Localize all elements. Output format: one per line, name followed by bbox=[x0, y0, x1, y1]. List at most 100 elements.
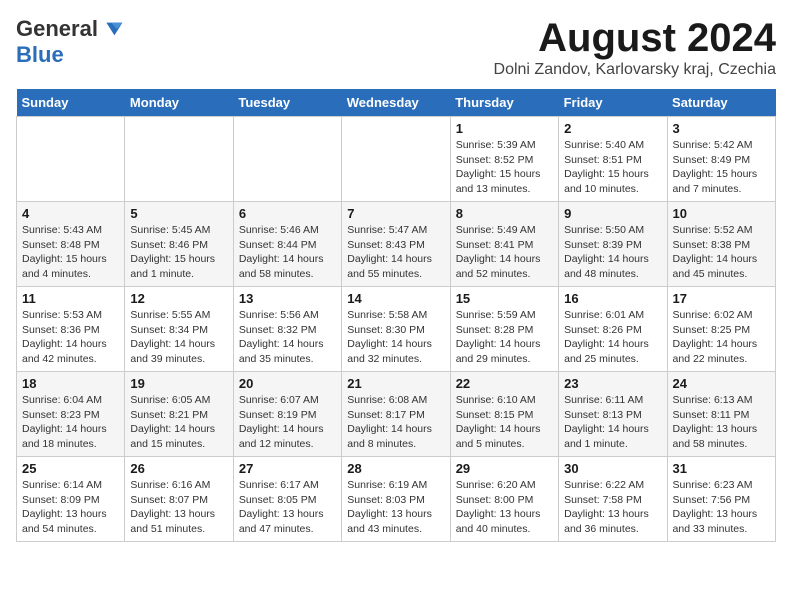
calendar-cell: 10 Sunrise: 5:52 AM Sunset: 8:38 PM Dayli… bbox=[667, 202, 775, 287]
day-info: Sunrise: 6:04 AM Sunset: 8:23 PM Dayligh… bbox=[22, 393, 119, 452]
day-info: Sunrise: 6:13 AM Sunset: 8:11 PM Dayligh… bbox=[673, 393, 770, 452]
day-info: Sunrise: 6:07 AM Sunset: 8:19 PM Dayligh… bbox=[239, 393, 336, 452]
weekday-header-thursday: Thursday bbox=[450, 89, 558, 117]
logo-blue-text: Blue bbox=[16, 42, 64, 67]
weekday-header-monday: Monday bbox=[125, 89, 233, 117]
day-number: 12 bbox=[130, 291, 227, 306]
day-number: 10 bbox=[673, 206, 770, 221]
calendar-cell: 1Sunrise: 5:39 AM Sunset: 8:52 PM Daylig… bbox=[450, 117, 558, 202]
calendar-cell: 9 Sunrise: 5:50 AM Sunset: 8:39 PM Daylig… bbox=[559, 202, 667, 287]
calendar-header: SundayMondayTuesdayWednesdayThursdayFrid… bbox=[17, 89, 776, 117]
calendar-cell bbox=[342, 117, 450, 202]
calendar-cell: 15Sunrise: 5:59 AM Sunset: 8:28 PM Dayli… bbox=[450, 287, 558, 372]
day-number: 26 bbox=[130, 461, 227, 476]
day-info: Sunrise: 5:50 AM Sunset: 8:39 PM Dayligh… bbox=[564, 223, 661, 282]
calendar-cell: 24 Sunrise: 6:13 AM Sunset: 8:11 PM Dayli… bbox=[667, 372, 775, 457]
calendar-cell: 13Sunrise: 5:56 AM Sunset: 8:32 PM Dayli… bbox=[233, 287, 341, 372]
calendar-cell: 23 Sunrise: 6:11 AM Sunset: 8:13 PM Dayli… bbox=[559, 372, 667, 457]
day-number: 13 bbox=[239, 291, 336, 306]
day-number: 29 bbox=[456, 461, 553, 476]
month-year-title: August 2024 bbox=[494, 16, 776, 61]
day-number: 23 bbox=[564, 376, 661, 391]
calendar-cell: 14Sunrise: 5:58 AM Sunset: 8:30 PM Dayli… bbox=[342, 287, 450, 372]
calendar-body: 1Sunrise: 5:39 AM Sunset: 8:52 PM Daylig… bbox=[17, 117, 776, 542]
day-info: Sunrise: 6:11 AM Sunset: 8:13 PM Dayligh… bbox=[564, 393, 661, 452]
calendar-cell: 11Sunrise: 5:53 AM Sunset: 8:36 PM Dayli… bbox=[17, 287, 125, 372]
day-number: 8 bbox=[456, 206, 553, 221]
day-info: Sunrise: 6:05 AM Sunset: 8:21 PM Dayligh… bbox=[130, 393, 227, 452]
logo: General Blue bbox=[16, 16, 124, 68]
calendar-week-5: 25 Sunrise: 6:14 AM Sunset: 8:09 PM Dayli… bbox=[17, 457, 776, 542]
day-number: 20 bbox=[239, 376, 336, 391]
logo-icon bbox=[100, 17, 124, 41]
calendar-cell: 25 Sunrise: 6:14 AM Sunset: 8:09 PM Dayli… bbox=[17, 457, 125, 542]
day-number: 7 bbox=[347, 206, 444, 221]
weekday-header-sunday: Sunday bbox=[17, 89, 125, 117]
day-info: Sunrise: 5:47 AM Sunset: 8:43 PM Dayligh… bbox=[347, 223, 444, 282]
day-number: 28 bbox=[347, 461, 444, 476]
calendar-cell: 29 Sunrise: 6:20 AM Sunset: 8:00 PM Dayli… bbox=[450, 457, 558, 542]
day-info: Sunrise: 6:19 AM Sunset: 8:03 PM Dayligh… bbox=[347, 478, 444, 537]
day-number: 14 bbox=[347, 291, 444, 306]
day-number: 17 bbox=[673, 291, 770, 306]
day-info: Sunrise: 5:55 AM Sunset: 8:34 PM Dayligh… bbox=[130, 308, 227, 367]
calendar-cell: 8 Sunrise: 5:49 AM Sunset: 8:41 PM Daylig… bbox=[450, 202, 558, 287]
calendar-cell: 5 Sunrise: 5:45 AM Sunset: 8:46 PM Daylig… bbox=[125, 202, 233, 287]
day-number: 16 bbox=[564, 291, 661, 306]
day-info: Sunrise: 5:42 AM Sunset: 8:49 PM Dayligh… bbox=[673, 138, 770, 197]
day-info: Sunrise: 6:01 AM Sunset: 8:26 PM Dayligh… bbox=[564, 308, 661, 367]
calendar-cell: 18 Sunrise: 6:04 AM Sunset: 8:23 PM Dayli… bbox=[17, 372, 125, 457]
weekday-header-wednesday: Wednesday bbox=[342, 89, 450, 117]
location-subtitle: Dolni Zandov, Karlovarsky kraj, Czechia bbox=[494, 61, 776, 79]
day-info: Sunrise: 5:45 AM Sunset: 8:46 PM Dayligh… bbox=[130, 223, 227, 282]
day-number: 22 bbox=[456, 376, 553, 391]
day-number: 25 bbox=[22, 461, 119, 476]
calendar-cell: 12 Sunrise: 5:55 AM Sunset: 8:34 PM Dayli… bbox=[125, 287, 233, 372]
calendar-cell bbox=[233, 117, 341, 202]
page-header: General Blue August 2024 Dolni Zandov, K… bbox=[16, 16, 776, 79]
day-number: 9 bbox=[564, 206, 661, 221]
logo-general-text: General bbox=[16, 16, 98, 42]
title-block: August 2024 Dolni Zandov, Karlovarsky kr… bbox=[494, 16, 776, 79]
day-info: Sunrise: 5:49 AM Sunset: 8:41 PM Dayligh… bbox=[456, 223, 553, 282]
day-info: Sunrise: 6:23 AM Sunset: 7:56 PM Dayligh… bbox=[673, 478, 770, 537]
day-info: Sunrise: 5:59 AM Sunset: 8:28 PM Dayligh… bbox=[456, 308, 553, 367]
calendar-cell: 16 Sunrise: 6:01 AM Sunset: 8:26 PM Dayli… bbox=[559, 287, 667, 372]
day-info: Sunrise: 6:02 AM Sunset: 8:25 PM Dayligh… bbox=[673, 308, 770, 367]
day-number: 5 bbox=[130, 206, 227, 221]
day-info: Sunrise: 6:17 AM Sunset: 8:05 PM Dayligh… bbox=[239, 478, 336, 537]
day-number: 31 bbox=[673, 461, 770, 476]
weekday-header-row: SundayMondayTuesdayWednesdayThursdayFrid… bbox=[17, 89, 776, 117]
day-info: Sunrise: 6:20 AM Sunset: 8:00 PM Dayligh… bbox=[456, 478, 553, 537]
calendar-cell: 3 Sunrise: 5:42 AM Sunset: 8:49 PM Daylig… bbox=[667, 117, 775, 202]
weekday-header-friday: Friday bbox=[559, 89, 667, 117]
calendar-cell bbox=[17, 117, 125, 202]
day-number: 24 bbox=[673, 376, 770, 391]
day-number: 19 bbox=[130, 376, 227, 391]
day-number: 3 bbox=[673, 121, 770, 136]
day-info: Sunrise: 6:14 AM Sunset: 8:09 PM Dayligh… bbox=[22, 478, 119, 537]
calendar-cell: 2 Sunrise: 5:40 AM Sunset: 8:51 PM Daylig… bbox=[559, 117, 667, 202]
weekday-header-tuesday: Tuesday bbox=[233, 89, 341, 117]
day-number: 6 bbox=[239, 206, 336, 221]
day-info: Sunrise: 6:10 AM Sunset: 8:15 PM Dayligh… bbox=[456, 393, 553, 452]
calendar-cell: 21 Sunrise: 6:08 AM Sunset: 8:17 PM Dayli… bbox=[342, 372, 450, 457]
day-number: 21 bbox=[347, 376, 444, 391]
weekday-header-saturday: Saturday bbox=[667, 89, 775, 117]
calendar-table: SundayMondayTuesdayWednesdayThursdayFrid… bbox=[16, 89, 776, 542]
calendar-cell: 31 Sunrise: 6:23 AM Sunset: 7:56 PM Dayli… bbox=[667, 457, 775, 542]
day-number: 18 bbox=[22, 376, 119, 391]
calendar-cell: 30Sunrise: 6:22 AM Sunset: 7:58 PM Dayli… bbox=[559, 457, 667, 542]
day-number: 2 bbox=[564, 121, 661, 136]
calendar-cell: 26Sunrise: 6:16 AM Sunset: 8:07 PM Dayli… bbox=[125, 457, 233, 542]
day-info: Sunrise: 6:08 AM Sunset: 8:17 PM Dayligh… bbox=[347, 393, 444, 452]
calendar-week-1: 1Sunrise: 5:39 AM Sunset: 8:52 PM Daylig… bbox=[17, 117, 776, 202]
day-number: 1 bbox=[456, 121, 553, 136]
day-number: 11 bbox=[22, 291, 119, 306]
calendar-cell: 27Sunrise: 6:17 AM Sunset: 8:05 PM Dayli… bbox=[233, 457, 341, 542]
day-info: Sunrise: 5:52 AM Sunset: 8:38 PM Dayligh… bbox=[673, 223, 770, 282]
calendar-cell: 17 Sunrise: 6:02 AM Sunset: 8:25 PM Dayli… bbox=[667, 287, 775, 372]
day-info: Sunrise: 5:40 AM Sunset: 8:51 PM Dayligh… bbox=[564, 138, 661, 197]
calendar-week-4: 18 Sunrise: 6:04 AM Sunset: 8:23 PM Dayli… bbox=[17, 372, 776, 457]
calendar-week-2: 4Sunrise: 5:43 AM Sunset: 8:48 PM Daylig… bbox=[17, 202, 776, 287]
